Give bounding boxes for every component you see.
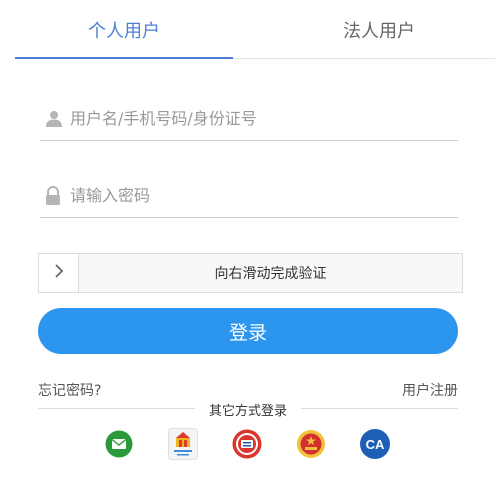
message-icon[interactable] xyxy=(104,428,134,460)
password-field-row xyxy=(40,174,458,218)
chevron-right-icon xyxy=(54,263,64,283)
badge-icon[interactable] xyxy=(232,428,262,460)
login-button[interactable]: 登录 xyxy=(38,308,458,354)
ca-icon[interactable]: CA xyxy=(360,428,390,460)
slider-handle[interactable] xyxy=(39,254,79,292)
username-input[interactable] xyxy=(70,109,450,128)
ca-label: CA xyxy=(360,429,390,459)
password-input[interactable] xyxy=(70,186,450,205)
slider-instruction: 向右滑动完成验证 xyxy=(214,266,327,282)
slide-verification: 向右滑动完成验证 xyxy=(38,253,463,293)
active-tab-indicator xyxy=(15,57,233,59)
register-link[interactable]: 用户注册 xyxy=(402,380,458,400)
other-login-methods: CA xyxy=(104,428,396,462)
other-login-title: 其它方式登录 xyxy=(195,400,301,419)
city-app-icon[interactable] xyxy=(168,428,198,460)
user-icon xyxy=(40,110,70,128)
tab-legal-user[interactable]: 法人用户 xyxy=(263,0,495,59)
login-tabs: 个人用户 法人用户 xyxy=(15,0,495,59)
national-emblem-icon[interactable] xyxy=(296,428,326,460)
tab-personal-user[interactable]: 个人用户 xyxy=(15,0,233,59)
username-field-row xyxy=(40,97,458,141)
lock-icon xyxy=(40,185,70,206)
forgot-password-link[interactable]: 忘记密码? xyxy=(38,380,101,400)
